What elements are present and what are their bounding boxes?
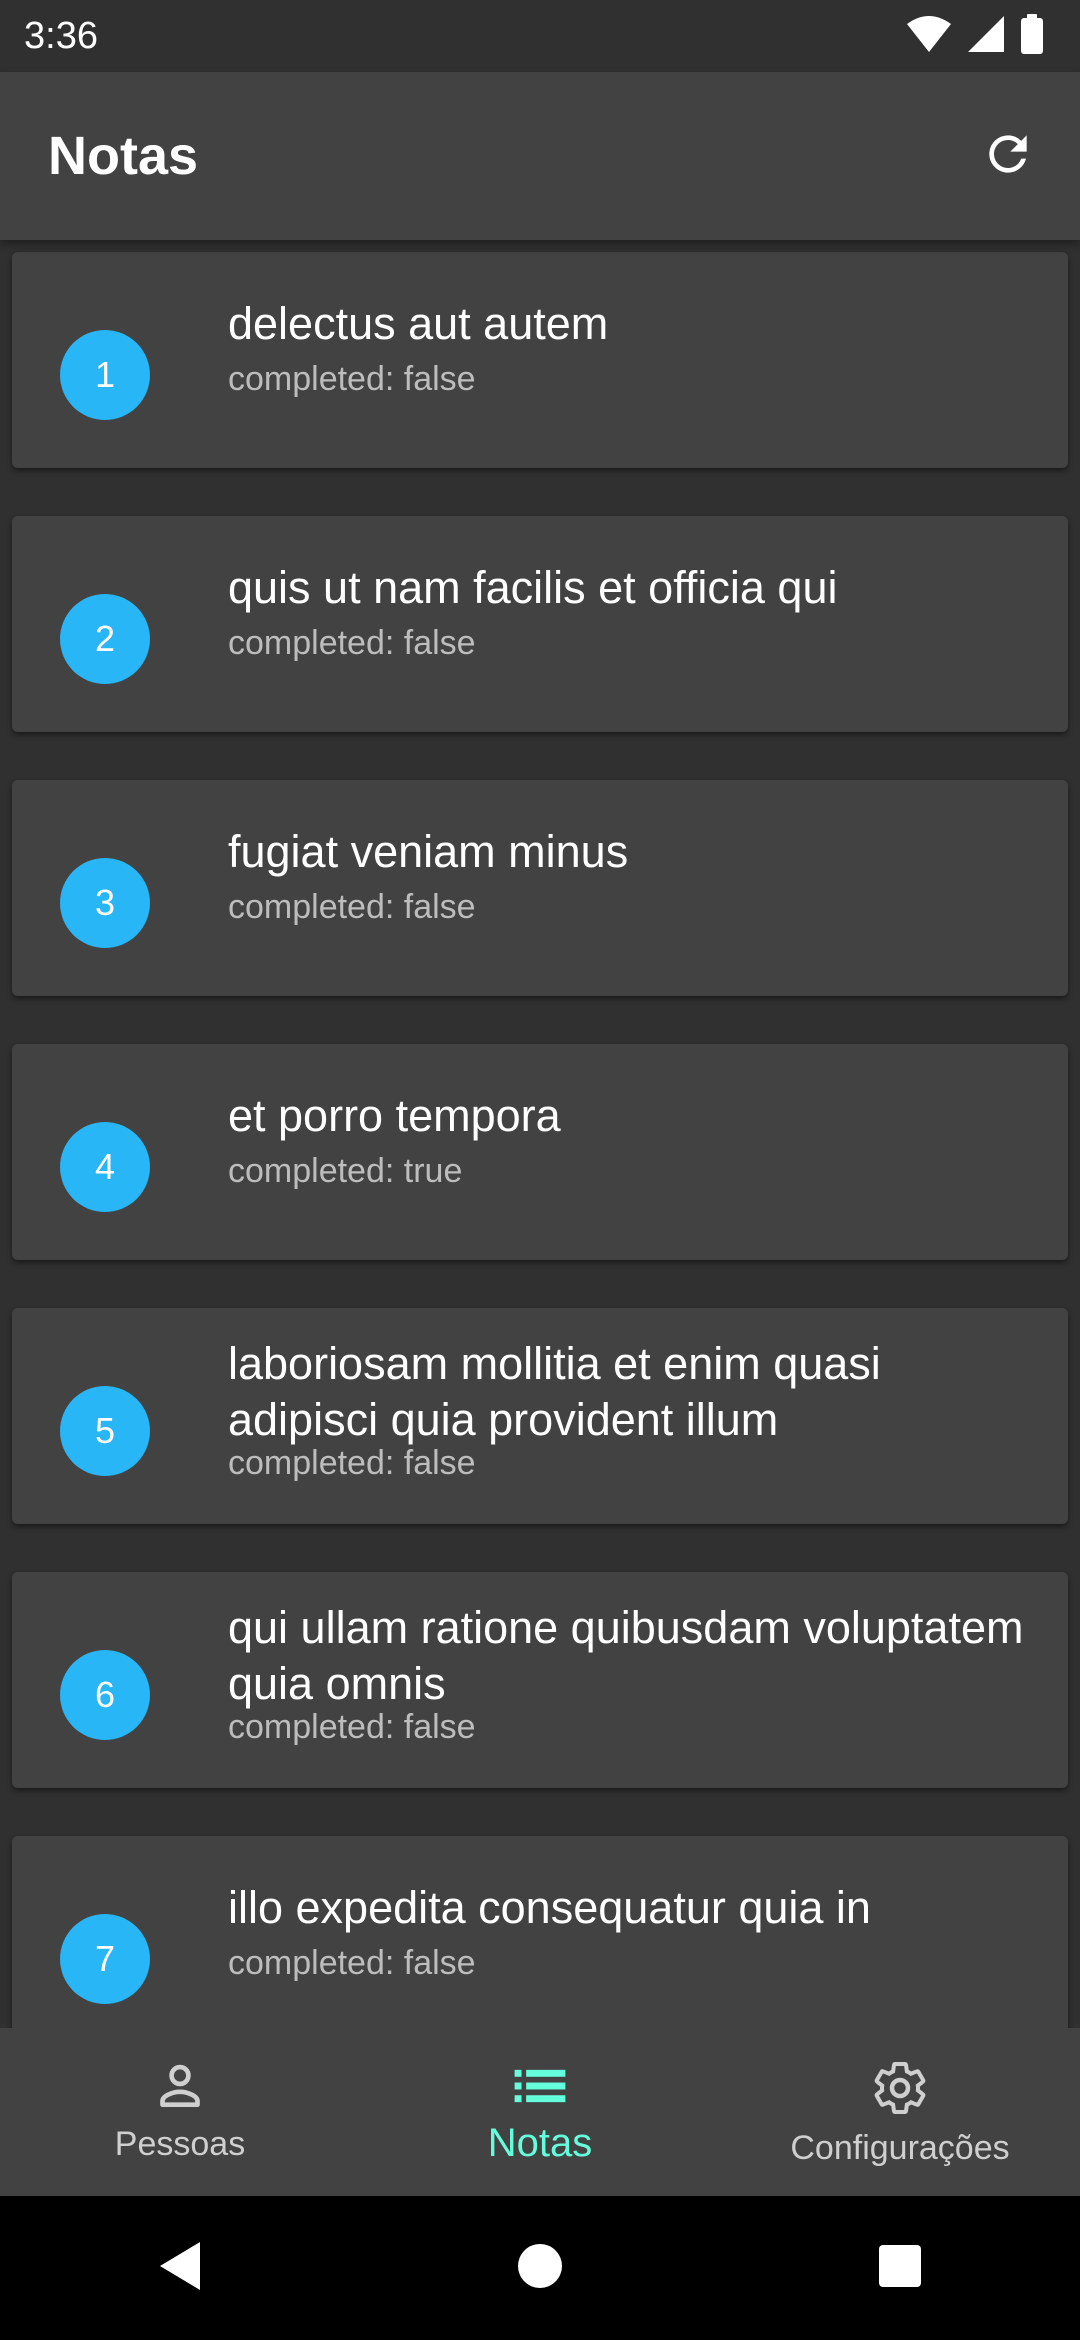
note-number-avatar: 5 xyxy=(60,1386,150,1476)
note-number-avatar: 2 xyxy=(60,594,150,684)
note-title: qui ullam ratione quibusdam voluptatem q… xyxy=(228,1602,1024,1709)
note-status: completed: false xyxy=(228,888,476,926)
battery-icon xyxy=(1020,14,1044,59)
note-title: laboriosam mollitia et enim quasi adipis… xyxy=(228,1338,881,1445)
note-card[interactable]: 7 illo expedita consequatur quia in comp… xyxy=(12,1836,1068,2028)
note-status: completed: false xyxy=(228,1944,476,1982)
notes-list[interactable]: 1 delectus aut autem completed: false 2 … xyxy=(0,240,1080,2028)
note-text: qui ullam ratione quibusdam voluptatem q… xyxy=(228,1600,1028,1748)
note-card[interactable]: 3 fugiat veniam minus completed: false xyxy=(12,780,1068,996)
page-title: Notas xyxy=(48,126,199,186)
nav-item-notas[interactable]: Notas xyxy=(360,2028,720,2196)
note-number-avatar: 3 xyxy=(60,858,150,948)
note-status: completed: false xyxy=(228,1444,476,1482)
note-number-avatar: 1 xyxy=(60,330,150,420)
nav-label-pessoas: Pessoas xyxy=(114,2125,246,2163)
note-text: fugiat veniam minus completed: false xyxy=(228,824,1028,928)
gear-icon xyxy=(870,2058,930,2123)
nav-item-pessoas[interactable]: Pessoas xyxy=(0,2028,360,2196)
refresh-button[interactable] xyxy=(966,114,1050,198)
note-title: illo expedita consequatur quia in xyxy=(228,1882,871,1933)
note-status: completed: false xyxy=(228,1708,476,1746)
note-title: fugiat veniam minus xyxy=(228,826,629,877)
note-status: completed: false xyxy=(228,360,476,398)
status-icons xyxy=(906,14,1044,59)
note-card[interactable]: 4 et porro tempora completed: true xyxy=(12,1044,1068,1260)
wifi-icon xyxy=(906,14,952,59)
note-number-avatar: 6 xyxy=(60,1650,150,1740)
note-number-avatar: 7 xyxy=(60,1914,150,2004)
note-title: quis ut nam facilis et officia qui xyxy=(228,562,838,613)
note-card[interactable]: 6 qui ullam ratione quibusdam voluptatem… xyxy=(12,1572,1068,1788)
note-title: et porro tempora xyxy=(228,1090,561,1141)
status-time: 3:36 xyxy=(24,14,98,57)
system-navigation-bar xyxy=(0,2196,1080,2340)
bottom-navigation: Pessoas Notas Configurações xyxy=(0,2028,1080,2196)
note-card[interactable]: 5 laboriosam mollitia et enim quasi adip… xyxy=(12,1308,1068,1524)
note-text: laboriosam mollitia et enim quasi adipis… xyxy=(228,1336,1028,1484)
nav-label-configuracoes: Configurações xyxy=(790,2129,1010,2167)
refresh-icon xyxy=(980,126,1036,187)
status-bar: 3:36 xyxy=(0,0,1080,72)
signal-icon xyxy=(966,14,1006,59)
note-text: delectus aut autem completed: false xyxy=(228,296,1028,400)
system-recents-button[interactable] xyxy=(852,2220,948,2316)
nav-label-notas: Notas xyxy=(487,2121,593,2165)
note-text: quis ut nam facilis et officia qui compl… xyxy=(228,560,1028,664)
note-card[interactable]: 2 quis ut nam facilis et officia qui com… xyxy=(12,516,1068,732)
note-text: illo expedita consequatur quia in comple… xyxy=(228,1880,1028,1984)
app-bar: Notas xyxy=(0,72,1080,240)
back-icon xyxy=(156,2240,204,2297)
note-status: completed: true xyxy=(228,1152,463,1190)
system-home-button[interactable] xyxy=(492,2220,588,2316)
notes-screen: 3:36 Notas 1 delectus aut autem complete… xyxy=(0,0,1080,2340)
note-status: completed: false xyxy=(228,624,476,662)
home-icon xyxy=(516,2242,564,2295)
note-card[interactable]: 1 delectus aut autem completed: false xyxy=(12,252,1068,468)
note-number-avatar: 4 xyxy=(60,1122,150,1212)
person-icon xyxy=(152,2058,208,2119)
note-text: et porro tempora completed: true xyxy=(228,1088,1028,1192)
list-icon xyxy=(510,2058,570,2119)
recents-icon xyxy=(877,2243,923,2294)
nav-item-configuracoes[interactable]: Configurações xyxy=(720,2028,1080,2196)
note-title: delectus aut autem xyxy=(228,298,609,349)
system-back-button[interactable] xyxy=(132,2220,228,2316)
